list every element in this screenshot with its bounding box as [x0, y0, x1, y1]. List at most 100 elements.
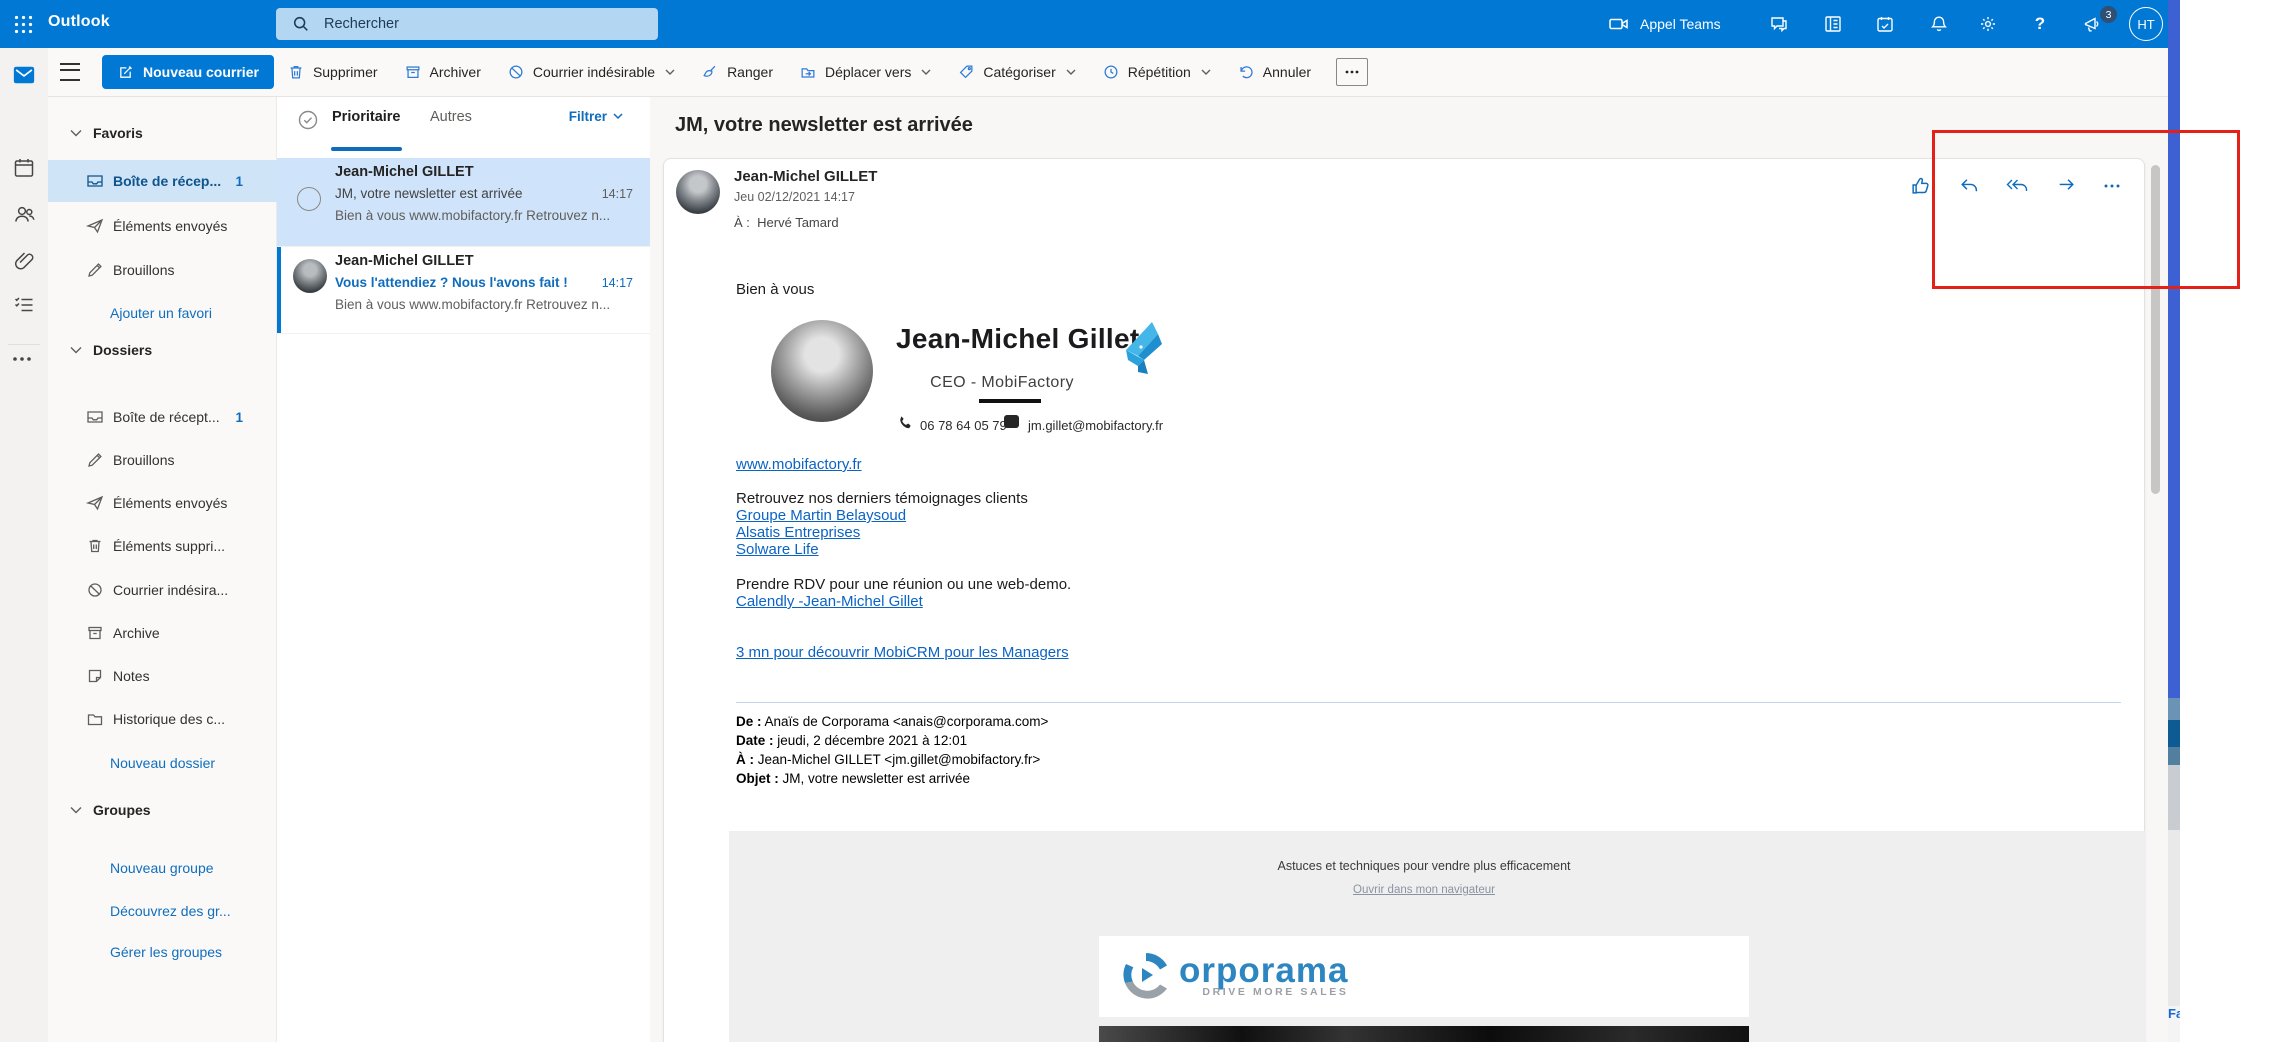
app-title: Outlook: [48, 13, 110, 31]
sidebar-item-history[interactable]: Historique des c...: [48, 698, 277, 740]
search-icon: [292, 15, 310, 33]
quoted-to: Jean-Michel GILLET <jm.gillet@mobifactor…: [754, 752, 1040, 767]
sidebar-item-sent[interactable]: Éléments envoyés: [48, 482, 277, 524]
sidebar-item-drafts-favorite[interactable]: Brouillons: [48, 249, 277, 291]
more-actions-icon[interactable]: [2104, 184, 2120, 188]
sidebar-item-inbox-favorite[interactable]: Boîte de récep... 1: [48, 160, 277, 202]
filter-button[interactable]: Filtrer: [569, 109, 623, 124]
website-link[interactable]: www.mobifactory.fr: [736, 456, 862, 473]
people-module-icon[interactable]: [12, 202, 36, 226]
add-favorite-link[interactable]: Ajouter un favori: [48, 292, 277, 334]
app-launcher-icon[interactable]: [13, 14, 33, 34]
account-avatar[interactable]: HT: [2129, 7, 2163, 41]
message-row-unread[interactable]: Jean-Michel GILLET Vous l'attendiez ? No…: [277, 246, 650, 334]
tasks-module-icon[interactable]: [12, 293, 36, 317]
snooze-button[interactable]: Répétition: [1089, 54, 1224, 90]
sidebar-item-deleted[interactable]: Éléments suppri...: [48, 525, 277, 567]
undo-icon: [1237, 63, 1255, 81]
sidebar-item-inbox[interactable]: Boîte de récept... 1: [48, 396, 277, 438]
my-day-calendar-icon[interactable]: [1875, 14, 1895, 34]
onenote-feed-icon[interactable]: [1823, 14, 1843, 34]
notifications-bell-icon[interactable]: [1929, 14, 1949, 34]
search-input[interactable]: [322, 15, 626, 33]
more-apps-icon[interactable]: [12, 356, 36, 380]
send-icon: [85, 216, 105, 236]
message-list: Prioritaire Autres Filtrer Jean-Michel G…: [277, 97, 650, 1042]
hamburger-menu-icon[interactable]: [60, 63, 80, 81]
sender-name: Jean-Michel GILLET: [734, 168, 877, 185]
junk-mail-button[interactable]: Courrier indésirable: [494, 54, 688, 90]
forward-icon[interactable]: [2056, 175, 2077, 196]
sidebar-item-sent-favorite[interactable]: Éléments envoyés: [48, 205, 277, 247]
message-preview: Bien à vous www.mobifactory.fr Retrouvez…: [335, 297, 615, 312]
settings-gear-icon[interactable]: [1978, 14, 1998, 34]
sidebar-item-archive[interactable]: Archive: [48, 612, 277, 654]
discover-groups-link[interactable]: Découvrez des gr...: [48, 890, 277, 932]
categorize-label: Catégoriser: [983, 64, 1055, 80]
sweep-button[interactable]: Ranger: [688, 54, 786, 90]
groups-section-header[interactable]: Groupes: [70, 797, 151, 823]
sidebar-item-notes[interactable]: Notes: [48, 655, 277, 697]
manage-groups-link[interactable]: Gérer les groupes: [48, 931, 277, 973]
background-text-fragment: Fa: [2168, 1007, 2180, 1021]
categorize-button[interactable]: Catégoriser: [944, 54, 1088, 90]
message-subject: Vous l'attendiez ? Nous l'avons fait !: [335, 275, 590, 290]
chevron-down-icon: [921, 69, 931, 76]
delete-button[interactable]: Supprimer: [274, 54, 391, 90]
new-group-link[interactable]: Nouveau groupe: [48, 847, 277, 889]
compose-icon: [117, 64, 134, 81]
corporama-c-icon: [1119, 950, 1173, 1004]
move-to-button[interactable]: Déplacer vers: [786, 54, 944, 90]
message-time: 14:17: [602, 276, 633, 290]
teams-call-button[interactable]: Appel Teams: [1608, 0, 1721, 48]
open-in-browser-link[interactable]: Ouvrir dans mon navigateur: [1099, 884, 1749, 896]
tab-focused[interactable]: Prioritaire: [332, 109, 401, 125]
search-box[interactable]: [276, 8, 658, 40]
select-all-icon[interactable]: [297, 109, 319, 131]
tab-other[interactable]: Autres: [430, 109, 472, 125]
testimonial-link-1[interactable]: Groupe Martin Belaysoud: [736, 507, 906, 524]
reply-all-icon[interactable]: [2006, 175, 2029, 196]
new-mail-button[interactable]: Nouveau courrier: [102, 55, 274, 89]
chat-icon[interactable]: [1769, 14, 1789, 34]
email-card: Jean-Michel GILLET Jeu 02/12/2021 14:17 …: [663, 158, 2145, 1042]
reply-icon[interactable]: [1958, 175, 1979, 196]
calendly-link[interactable]: Calendly -Jean-Michel Gillet: [736, 593, 923, 610]
background-window-sliver: Fa: [2168, 0, 2180, 1042]
rail-divider: [8, 344, 40, 345]
attachments-module-icon[interactable]: [12, 248, 36, 272]
chevron-down-icon: [70, 129, 82, 137]
sidebar-item-drafts[interactable]: Brouillons: [48, 439, 277, 481]
move-to-label: Déplacer vers: [825, 64, 911, 80]
mobicrm-link[interactable]: 3 mn pour découvrir MobiCRM pour les Man…: [736, 644, 1069, 661]
read-indicator-circle[interactable]: [297, 187, 321, 211]
sidebar-item-junk[interactable]: Courrier indésira...: [48, 569, 277, 611]
message-row-selected[interactable]: Jean-Michel GILLET JM, votre newsletter …: [277, 158, 650, 246]
signature-title: CEO - MobiFactory: [896, 374, 1108, 391]
new-folder-link[interactable]: Nouveau dossier: [48, 742, 277, 784]
more-commands-button[interactable]: [1336, 58, 1368, 86]
sender-avatar[interactable]: [676, 170, 720, 214]
mail-module-icon[interactable]: [12, 63, 36, 87]
testimonial-link-2[interactable]: Alsatis Entreprises: [736, 524, 860, 541]
snooze-label: Répétition: [1128, 64, 1191, 80]
calendar-module-icon[interactable]: [12, 156, 36, 180]
unread-indicator-bar: [277, 247, 281, 333]
chevron-down-icon: [70, 806, 82, 814]
reading-pane-scrollbar[interactable]: [2151, 165, 2160, 494]
undo-button[interactable]: Annuler: [1224, 54, 1324, 90]
rdv-text: Prendre RDV pour une réunion ou une web-…: [736, 576, 2136, 593]
sent-date: Jeu 02/12/2021 14:17: [734, 190, 855, 204]
top-bar: Outlook Appel Teams: [0, 0, 2168, 48]
favorites-section-header[interactable]: Favoris: [70, 120, 143, 146]
help-icon[interactable]: ?: [2030, 14, 2050, 34]
origami-bird-logo-icon: [1108, 314, 1166, 376]
quoted-headers: De : Anaïs de Corporama <anais@corporama…: [736, 712, 2136, 788]
teams-call-label: Appel Teams: [1640, 16, 1721, 32]
testimonial-link-3[interactable]: Solware Life: [736, 541, 819, 558]
signature-email: jm.gillet@mobifactory.fr: [1028, 417, 1163, 434]
like-icon[interactable]: [1910, 175, 1931, 196]
whats-new-megaphone-icon[interactable]: [2082, 14, 2102, 34]
folders-section-header[interactable]: Dossiers: [70, 337, 152, 363]
archive-button[interactable]: Archiver: [391, 54, 494, 90]
